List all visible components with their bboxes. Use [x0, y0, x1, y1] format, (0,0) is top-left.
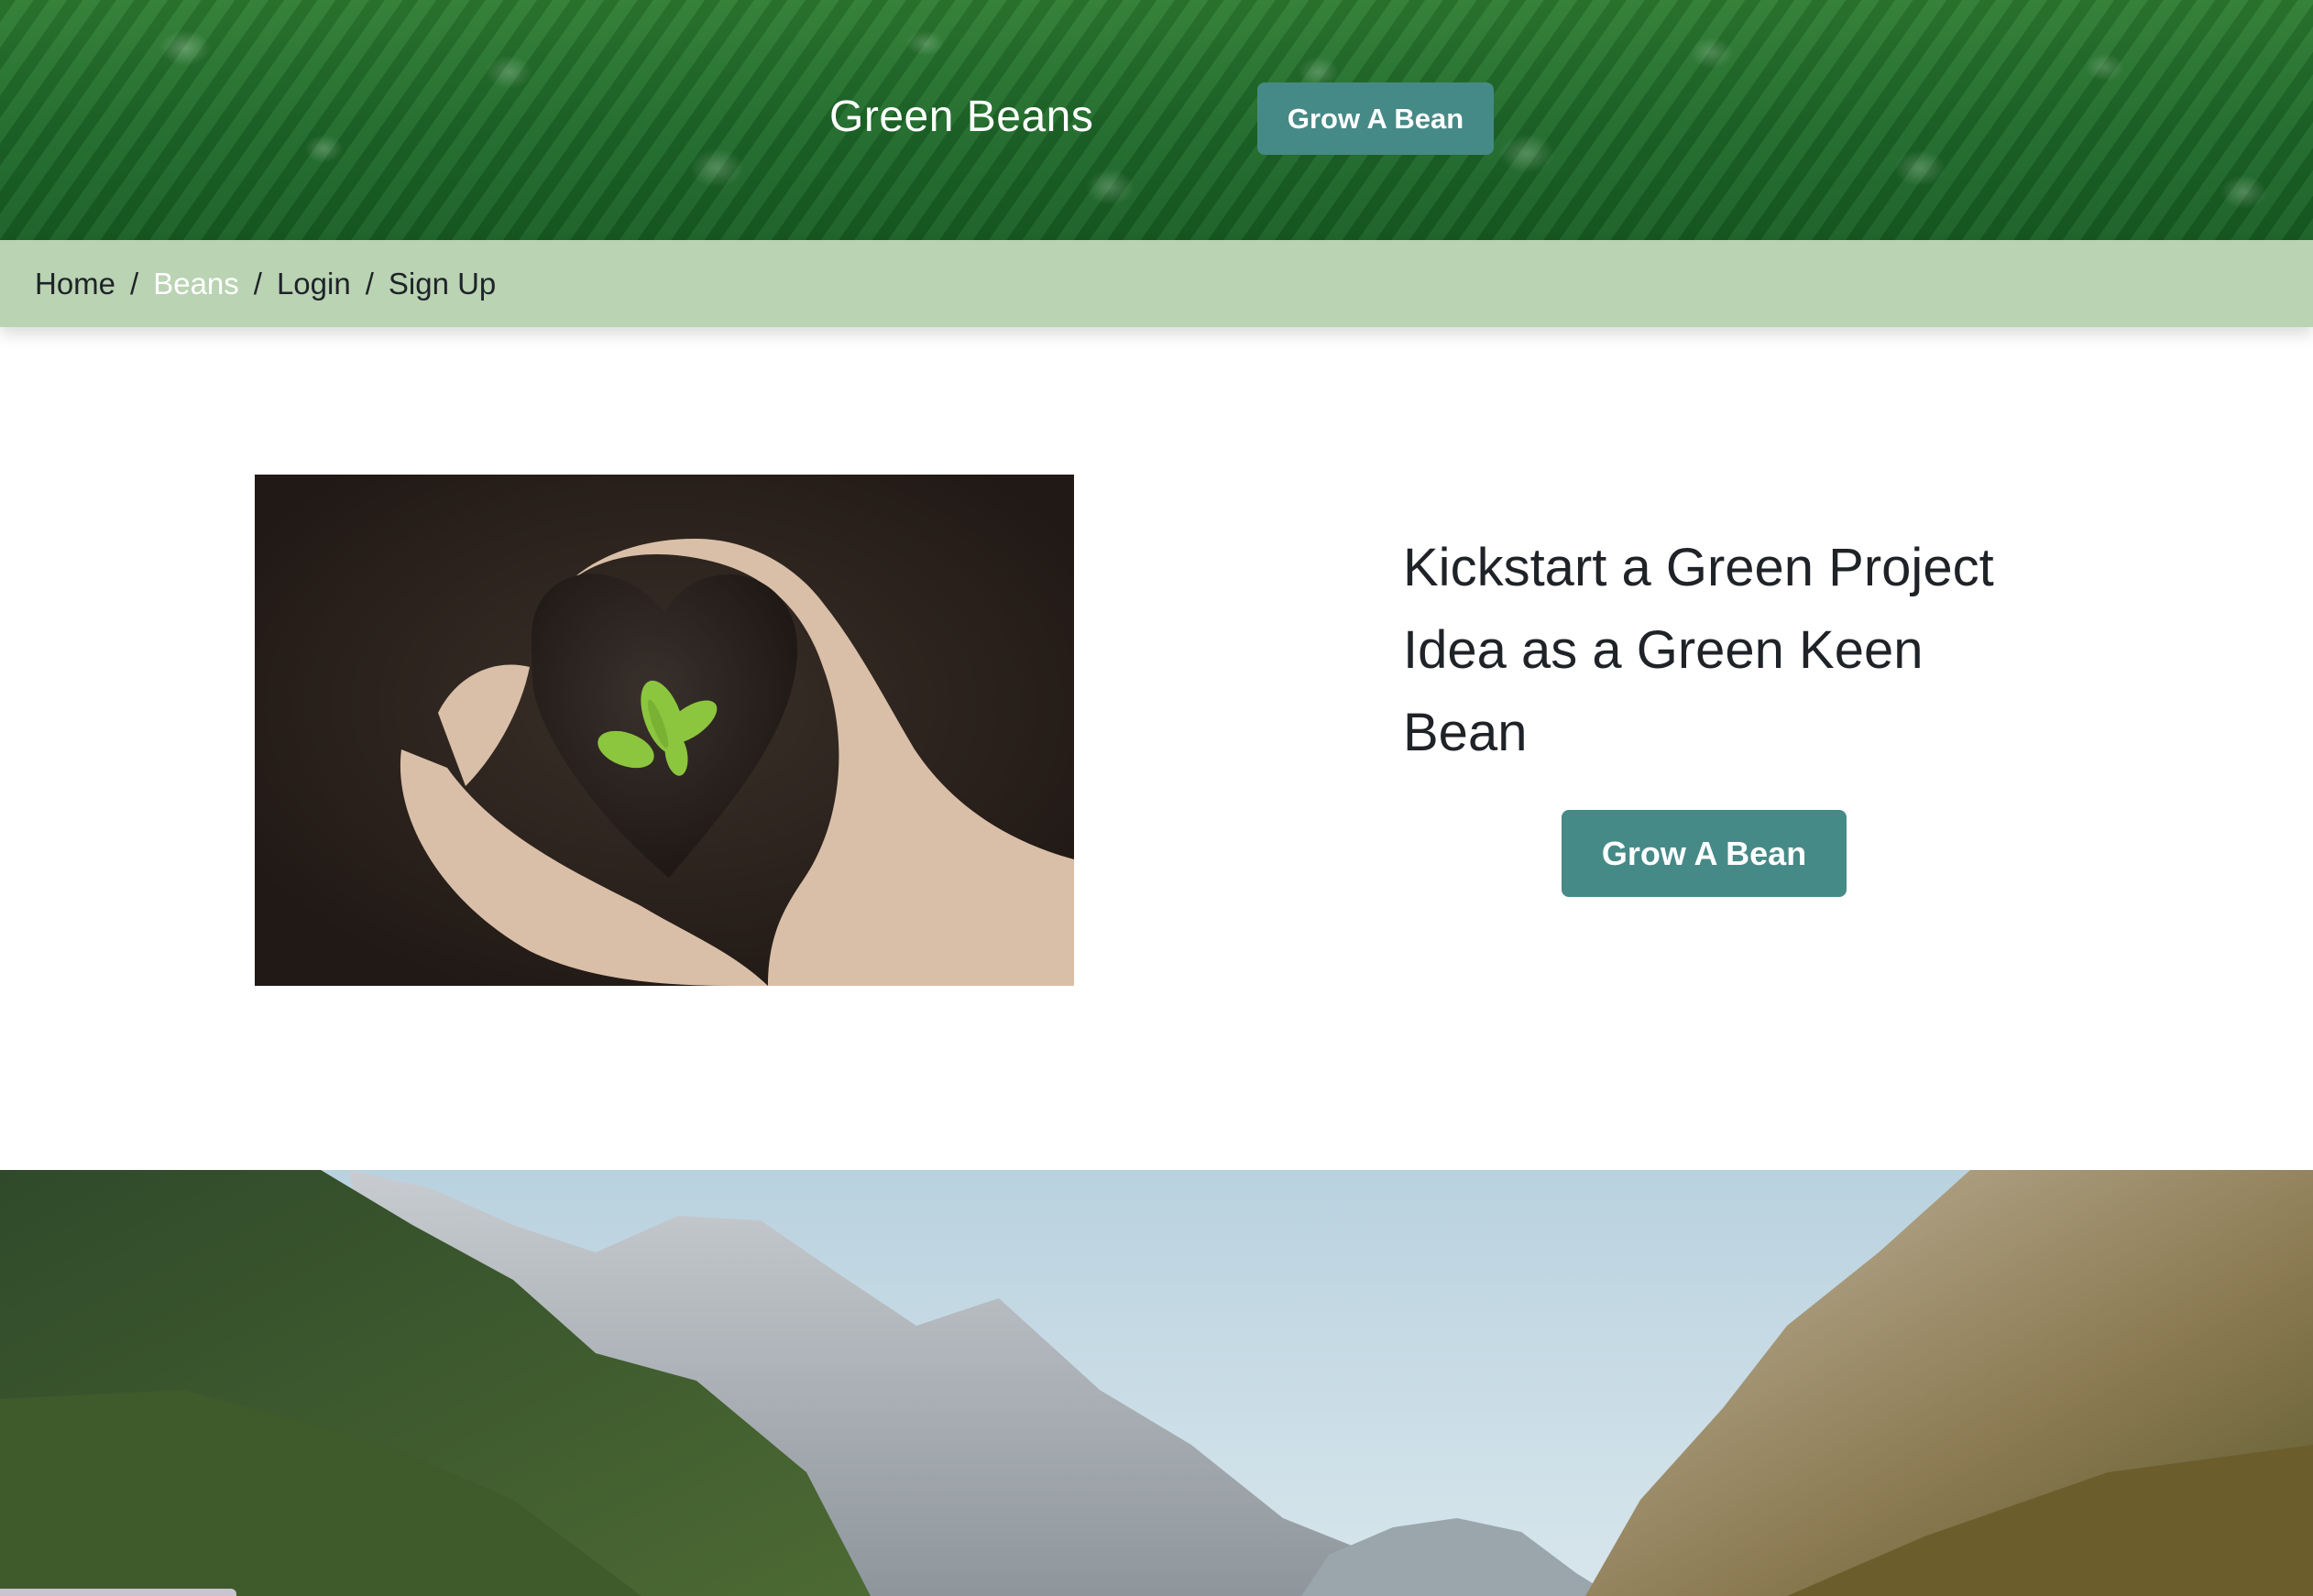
site-title[interactable]: Green Beans — [829, 92, 1093, 142]
header-grow-a-bean-button[interactable]: Grow A Bean — [1257, 82, 1494, 155]
hero-heading: Kickstart a Green Project Idea as a Gree… — [1403, 538, 1994, 762]
breadcrumb-beans-link[interactable]: Beans — [153, 267, 239, 301]
hero-grow-a-bean-button[interactable]: Grow A Bean — [1562, 810, 1847, 897]
breadcrumb: Home / Beans / Login / Sign Up — [0, 240, 2313, 327]
breadcrumb-separator: / — [365, 266, 374, 301]
hero-image-soil-heart-sprout — [255, 475, 1074, 986]
site-header: Green Beans Grow A Bean — [0, 0, 2313, 240]
breadcrumb-separator: / — [253, 266, 262, 301]
scroll-indicator — [0, 1589, 236, 1596]
breadcrumb-home-link[interactable]: Home — [35, 267, 115, 301]
breadcrumb-separator: / — [130, 266, 139, 301]
mountain-banner-image — [0, 1170, 2313, 1596]
breadcrumb-signup-link[interactable]: Sign Up — [389, 267, 496, 301]
breadcrumb-login-link[interactable]: Login — [277, 267, 351, 301]
